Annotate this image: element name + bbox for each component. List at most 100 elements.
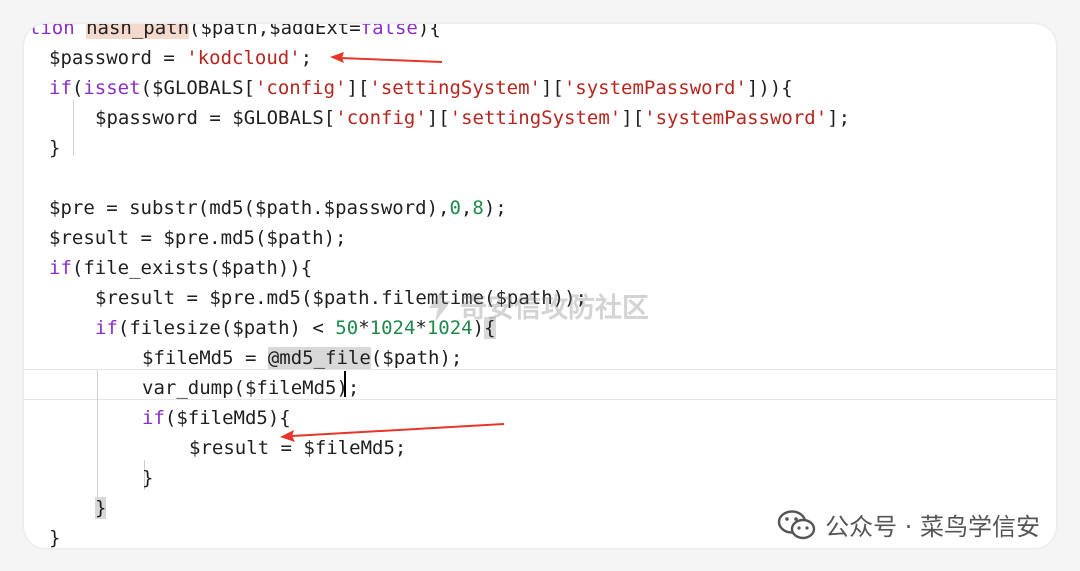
code-token: ( (370, 347, 383, 369)
code-line: $password = 'kodcloud'; (49, 43, 1056, 73)
code-token: 8 (472, 197, 484, 219)
code-token: ( (220, 317, 233, 339)
code-token: filesize (129, 317, 221, 339)
code-token: ); (439, 347, 463, 369)
code-token: substr (129, 197, 198, 219)
code-token: < (312, 317, 336, 339)
code-line: if(isset($GLOBALS['config']['settingSyst… (49, 73, 1056, 103)
code-token: . (312, 197, 324, 219)
code-line: $pre = substr(md5($path.$password),0,8); (49, 193, 1056, 223)
code-token: ; (300, 47, 313, 69)
code-token: ){ (417, 24, 441, 39)
code-token: } (95, 497, 107, 519)
code-token: , (257, 24, 270, 39)
code-line: $result = $pre.md5($path); (49, 223, 1056, 253)
code-token: . (369, 287, 382, 309)
code-token: $pre (49, 197, 95, 219)
lightning-logo-icon (429, 289, 451, 322)
code-editor: nction hash_path($path,$addExt=false){$p… (24, 24, 1056, 548)
code-token: ][ (346, 77, 370, 99)
code-token: @md5_file (267, 347, 371, 369)
code-token: , (460, 197, 473, 219)
code-token: 'config' (335, 107, 427, 129)
code-token: ( (233, 377, 245, 399)
code-line: if(file_exists($path)){ (49, 253, 1056, 283)
code-token: var_dump (142, 377, 234, 399)
code-token: $path (312, 287, 370, 309)
code-token: md5 (209, 197, 244, 219)
code-token: 1024 (369, 317, 416, 339)
code-token: = (129, 227, 164, 249)
code-token: = (94, 197, 130, 219)
code-token: = (349, 24, 361, 39)
code-token: if (49, 257, 72, 279)
code-token: [ (323, 107, 336, 129)
code-token: = (233, 347, 268, 369)
code-line: } (142, 463, 1056, 493)
wechat-icon (777, 509, 816, 539)
code-token: ) (289, 317, 313, 339)
wechat-account-text: 公众号 · 菜鸟学信安 (825, 513, 1040, 541)
code-token: ( (209, 257, 221, 279)
code-token: . (209, 227, 221, 249)
code-token: 'config' (254, 77, 347, 99)
code-token: md5 (220, 227, 255, 249)
code-token: false (360, 24, 418, 39)
code-screenshot-card: nction hash_path($path,$addExt=false){$p… (24, 24, 1056, 548)
code-token: ( (140, 77, 152, 99)
code-token: $fileMd5 (244, 377, 337, 399)
code-token: nction (24, 24, 75, 39)
code-token: ( (164, 407, 177, 429)
code-token: $path (254, 197, 313, 219)
code-token: . (255, 287, 267, 309)
code-token: ( (300, 287, 313, 309)
code-token: if (142, 407, 165, 429)
code-line: nction hash_path($path,$addExt=false){ (24, 24, 1038, 43)
code-token: $pre (163, 227, 210, 249)
code-token: } (49, 137, 61, 159)
code-token: ( (71, 77, 84, 99)
code-token: = (197, 107, 233, 129)
code-line: var_dump($fileMd5); (142, 373, 1056, 403)
annotation-arrow-password (330, 52, 443, 63)
code-token: $path (266, 227, 324, 249)
code-token: ( (71, 257, 84, 279)
code-token: $path (220, 257, 278, 279)
code-line: } (49, 133, 1056, 163)
code-token: 50 (335, 317, 359, 339)
code-token: ); (336, 377, 360, 399)
code-token: $result (95, 287, 176, 309)
code-token: $GLOBALS (152, 77, 244, 99)
code-token: $addExt (269, 24, 350, 39)
code-token: ), (426, 197, 450, 219)
code-token: = (151, 47, 187, 69)
code-token: $result (189, 437, 270, 459)
code-token: $result (49, 227, 130, 249)
code-token: ( (254, 227, 267, 249)
code-token: ( (117, 317, 130, 339)
code-token: ( (197, 197, 210, 219)
code-line: $fileMd5 = @md5_file($path); (142, 343, 1056, 373)
code-line: $password = $GLOBALS['config']['settingS… (95, 103, 1056, 133)
code-token: md5 (266, 287, 301, 309)
code-token: [ (243, 77, 255, 99)
code-token: $password (95, 107, 198, 129)
code-token: ][ (426, 107, 450, 129)
code-token: $path (200, 24, 258, 39)
code-token: )){ (277, 257, 313, 279)
wechat-account-label: 公众号 · 菜鸟学信安 (775, 507, 1044, 542)
code-token: $password (49, 47, 152, 69)
code-token: $fileMd5 (142, 347, 234, 369)
text-cursor (344, 371, 346, 397)
code-token: 'settingSystem' (449, 107, 622, 129)
code-token: 0 (449, 197, 461, 219)
code-token: } (49, 527, 61, 548)
code-token: 'systemPassword' (644, 107, 828, 129)
code-token: ( (189, 24, 201, 39)
code-token: $path (232, 317, 290, 339)
code-token: $pre (209, 287, 256, 309)
code-token: ); (323, 227, 347, 249)
code-token: ( (243, 197, 255, 219)
code-token: hash_path (86, 24, 190, 39)
code-token: ][ (540, 77, 564, 99)
